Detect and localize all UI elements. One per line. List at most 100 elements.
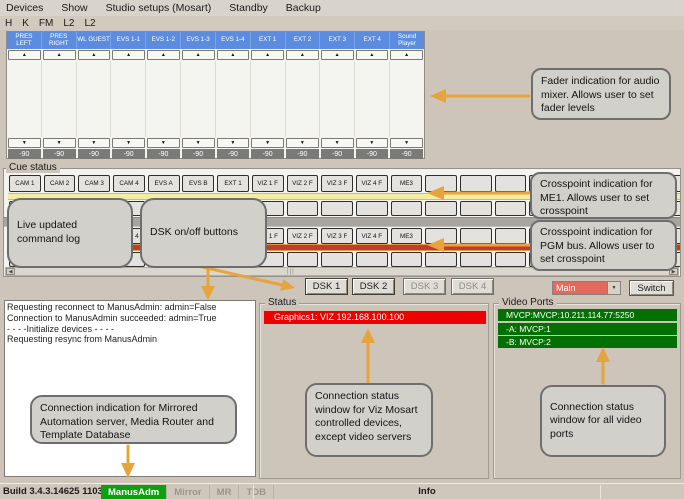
crosspoint-cell bbox=[425, 175, 457, 192]
dsk-button-dsk-1[interactable]: DSK 1 bbox=[305, 278, 348, 295]
crosspoint-button-viz-3-f[interactable]: VIZ 3 F bbox=[321, 175, 353, 192]
fader-up-button[interactable]: ▲ bbox=[147, 50, 180, 60]
chevron-down-icon[interactable]: ▼ bbox=[607, 282, 620, 294]
fader-down-button[interactable]: ▼ bbox=[43, 138, 76, 148]
crosspoint-button-me3[interactable]: ME3 bbox=[391, 175, 423, 192]
crosspoint-cell bbox=[495, 175, 527, 192]
connection-badge-mr: MR bbox=[210, 485, 240, 499]
fader-up-button[interactable]: ▲ bbox=[43, 50, 76, 60]
fader-track[interactable] bbox=[286, 61, 321, 137]
log-line: Connection to ManusAdmin succeeded: admi… bbox=[7, 313, 253, 324]
crosspoint-button-viz-2-f[interactable]: VIZ 2 F bbox=[287, 228, 319, 244]
switch-button[interactable]: Switch bbox=[629, 280, 674, 296]
channel-label-ext-4: EXT 4 bbox=[355, 32, 390, 49]
channel-label-wl-guest: WL GUEST bbox=[77, 32, 112, 49]
crosspoint-button-cam-1[interactable]: CAM 1 bbox=[9, 175, 41, 192]
fader-down-button[interactable]: ▼ bbox=[182, 138, 215, 148]
fader-up-button[interactable]: ▲ bbox=[356, 50, 389, 60]
fader-up-button[interactable]: ▲ bbox=[182, 50, 215, 60]
scroll-left-icon[interactable]: ◀ bbox=[6, 268, 15, 275]
fader-down-button[interactable]: ▼ bbox=[286, 138, 319, 148]
shortcut-h[interactable]: H bbox=[0, 18, 17, 29]
fader-track[interactable] bbox=[355, 61, 390, 137]
fader-down-button[interactable]: ▼ bbox=[321, 138, 354, 148]
fader-down-button[interactable]: ▼ bbox=[217, 138, 250, 148]
crosspoint-button-cam-2[interactable]: CAM 2 bbox=[44, 175, 76, 192]
menu-item-backup[interactable]: Backup bbox=[277, 0, 330, 16]
fader-level-value: -90 bbox=[43, 149, 76, 159]
fader-track[interactable] bbox=[390, 61, 424, 137]
fader-track[interactable] bbox=[111, 61, 146, 137]
fader-up-button[interactable]: ▲ bbox=[321, 50, 354, 60]
fader-up-button[interactable]: ▲ bbox=[286, 50, 319, 60]
shortcut-l2[interactable]: L2 bbox=[79, 18, 100, 29]
fader-track[interactable] bbox=[181, 61, 216, 137]
crosspoint-button-ext-1[interactable]: EXT 1 bbox=[217, 175, 249, 192]
shortcut-k[interactable]: K bbox=[17, 18, 34, 29]
crosspoint-button-evs-a[interactable]: EVS A bbox=[148, 175, 180, 192]
crosspoint-button-viz-1-f[interactable]: VIZ 1 F bbox=[252, 175, 284, 192]
crosspoint-button-me3[interactable]: ME3 bbox=[391, 228, 423, 244]
fader-down-button[interactable]: ▼ bbox=[8, 138, 41, 148]
crosspoint-button-evs-b[interactable]: EVS B bbox=[182, 175, 214, 192]
crosspoint-cell bbox=[495, 228, 527, 244]
fader-down-button[interactable]: ▼ bbox=[251, 138, 284, 148]
transition-target-dropdown[interactable]: Main ▼ bbox=[552, 281, 621, 295]
crosspoint-button-viz-4-f[interactable]: VIZ 4 F bbox=[356, 175, 388, 192]
video-ports-group-label: Video Ports bbox=[499, 297, 557, 308]
fader-down-button[interactable]: ▼ bbox=[147, 138, 180, 148]
menu-item-studio-setups-mosart[interactable]: Studio setups (Mosart) bbox=[97, 0, 221, 16]
fader-track[interactable] bbox=[320, 61, 355, 137]
log-line: - - - -Initialize devices - - - - bbox=[7, 324, 253, 335]
fader-up-button[interactable]: ▲ bbox=[78, 50, 111, 60]
shortcut-l2[interactable]: L2 bbox=[58, 18, 79, 29]
fader-up-button[interactable]: ▲ bbox=[390, 50, 423, 60]
fader-down-button[interactable]: ▼ bbox=[112, 138, 145, 148]
fader-up-button[interactable]: ▲ bbox=[251, 50, 284, 60]
fader-track[interactable] bbox=[146, 61, 181, 137]
fader-track[interactable] bbox=[7, 61, 42, 137]
scrollbar-grip[interactable]: ||| bbox=[287, 269, 295, 275]
crosspoint-cell bbox=[321, 252, 353, 267]
statusbar-divider bbox=[600, 485, 601, 499]
fader-down-button[interactable]: ▼ bbox=[390, 138, 423, 148]
connection-badge-mirror: Mirror bbox=[167, 485, 209, 499]
dsk-button-dsk-2[interactable]: DSK 2 bbox=[352, 278, 395, 295]
channel-label-pres-right: PRES RIGHT bbox=[42, 32, 77, 49]
fader-track[interactable] bbox=[216, 61, 251, 137]
crosspoint-button-cam-3[interactable]: CAM 3 bbox=[78, 175, 110, 192]
crosspoint-button-cam-4[interactable]: CAM 4 bbox=[113, 175, 145, 192]
menu-item-devices[interactable]: Devices bbox=[0, 0, 52, 16]
menu-item-show[interactable]: Show bbox=[52, 0, 96, 16]
fader-track[interactable] bbox=[42, 61, 77, 137]
crosspoint-cell bbox=[391, 252, 423, 267]
crosspoint-button-viz-2-f[interactable]: VIZ 2 F bbox=[287, 175, 319, 192]
channel-label-ext-3: EXT 3 bbox=[320, 32, 355, 49]
callout-fader: Fader indication for audio mixer. Allows… bbox=[531, 68, 671, 120]
crosspoint-button-viz-4-f[interactable]: VIZ 4 F bbox=[356, 228, 388, 244]
mixer-channel-header-row: PRES LEFTPRES RIGHTWL GUESTEVS 1-1EVS 1-… bbox=[7, 32, 424, 49]
crosspoint-button-viz-3-f[interactable]: VIZ 3 F bbox=[321, 228, 353, 244]
callout-status: Connection status window for Viz Mosart … bbox=[305, 383, 433, 457]
fader-down-button[interactable]: ▼ bbox=[78, 138, 111, 148]
status-bar: Build 3.4.3.14625 110314 ManusAdmMirrorM… bbox=[0, 483, 684, 499]
fader-track[interactable] bbox=[77, 61, 112, 137]
transition-target-value: Main bbox=[553, 282, 607, 294]
channel-label-evs-1-3: EVS 1-3 bbox=[181, 32, 216, 49]
dsk-button-dsk-4[interactable]: DSK 4 bbox=[451, 278, 494, 295]
channel-label-sound-player: Sound Player bbox=[390, 32, 424, 49]
shortcut-fm[interactable]: FM bbox=[34, 18, 58, 29]
fader-level-value: -90 bbox=[356, 149, 389, 159]
fader-down-button[interactable]: ▼ bbox=[356, 138, 389, 148]
fader-track[interactable] bbox=[251, 61, 286, 137]
fader-up-button[interactable]: ▲ bbox=[217, 50, 250, 60]
fader-level-value: -90 bbox=[251, 149, 284, 159]
fader-up-button[interactable]: ▲ bbox=[112, 50, 145, 60]
channel-label-evs-1-1: EVS 1-1 bbox=[111, 32, 146, 49]
crosspoint-cell bbox=[356, 252, 388, 267]
fader-up-button[interactable]: ▲ bbox=[8, 50, 41, 60]
fader-level-value: -90 bbox=[390, 149, 423, 159]
dsk-button-dsk-3[interactable]: DSK 3 bbox=[403, 278, 446, 295]
menu-item-standby[interactable]: Standby bbox=[220, 0, 277, 16]
info-label: Info bbox=[254, 486, 600, 497]
